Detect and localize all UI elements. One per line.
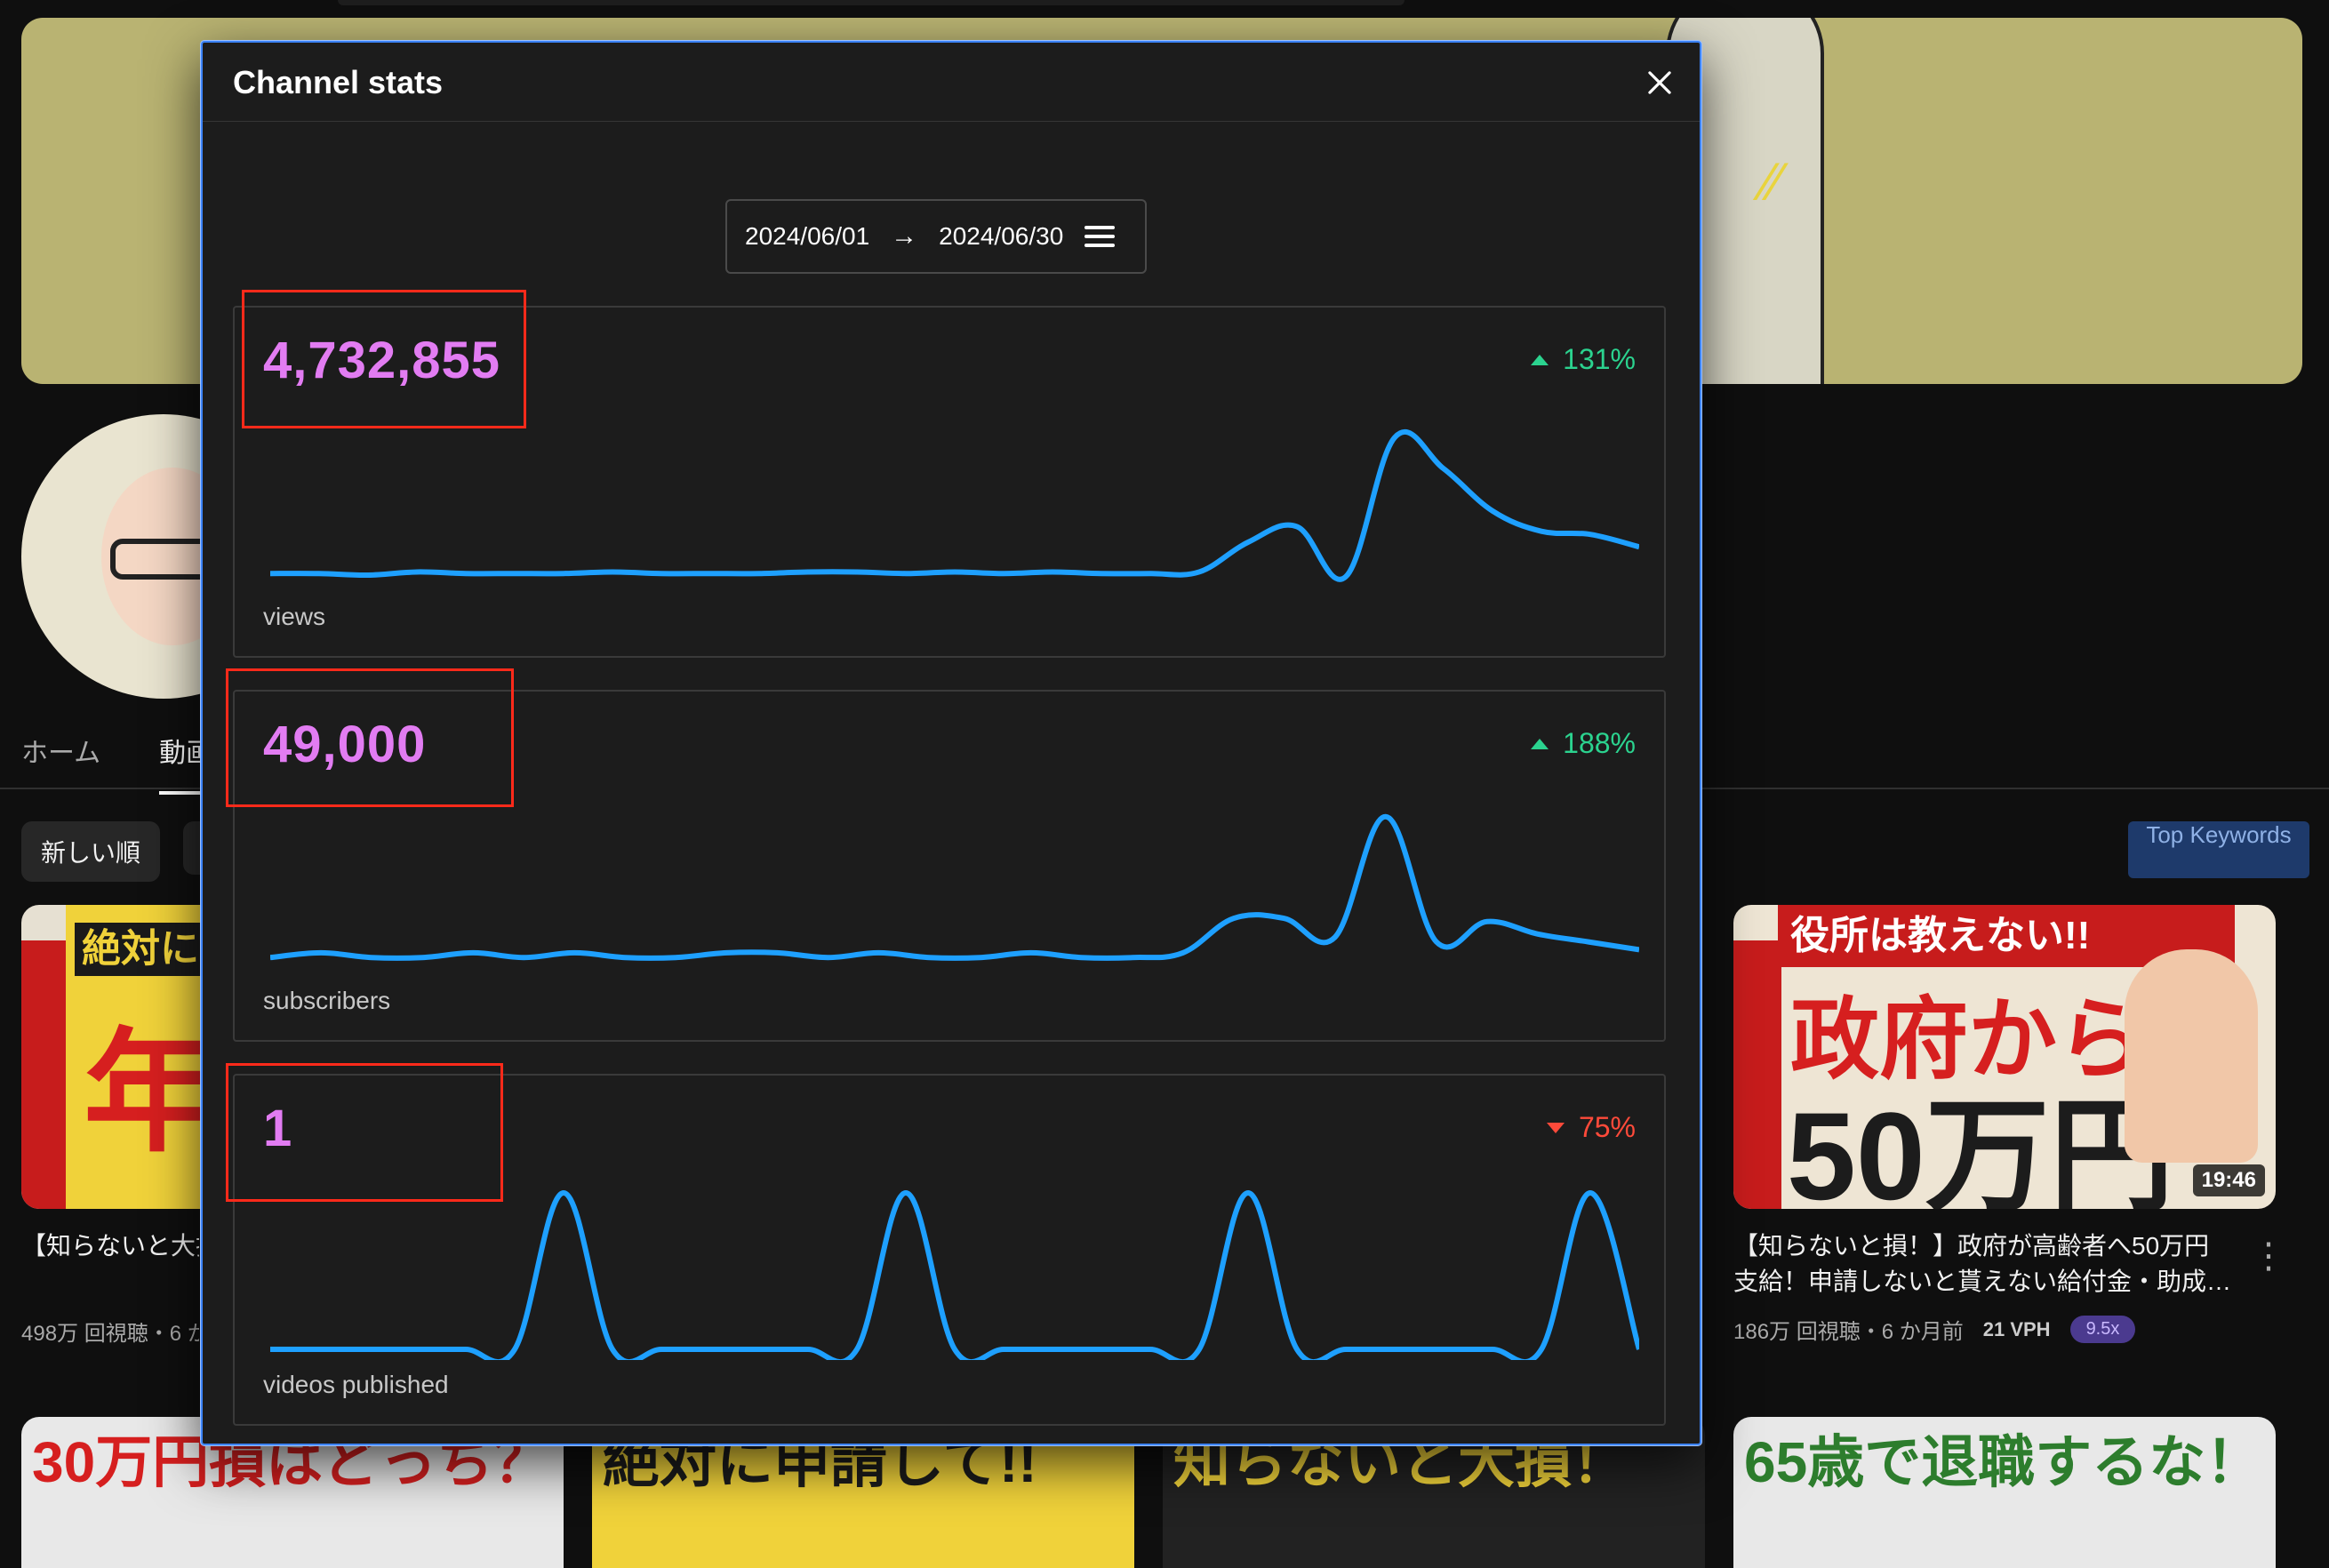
highlight-box — [242, 290, 526, 428]
highlight-box — [226, 668, 514, 807]
video-title[interactable]: 【知らないと大損！】年金生活者へ上乗せ！年金生活者支援給付金… — [21, 1228, 199, 1264]
video-meta: 186万 回視聴・6 か月前 21 VPH 9.5x — [1733, 1314, 2136, 1345]
sparkline-videos-published — [270, 1190, 1639, 1360]
sparkline-views — [270, 429, 1639, 582]
vph-badge: 21 VPH — [1982, 1317, 2051, 1340]
sparkline-path — [270, 813, 1639, 961]
sparkline-path — [270, 1190, 1639, 1360]
stat-label: views — [263, 603, 326, 630]
stat-change: 188% — [1531, 727, 1636, 760]
sparkline-subscribers — [270, 813, 1639, 961]
video-views: 186万 回視聴・6 か月前 — [1733, 1320, 1964, 1344]
video-thumbnail[interactable]: 役所は教えない!! 政府から 50万円 19:46 — [1733, 905, 2276, 1209]
more-vert-icon[interactable]: ⋮ — [2251, 1236, 2286, 1276]
menu-icon[interactable] — [1084, 226, 1116, 247]
stat-change-percent: 188% — [1563, 727, 1636, 759]
thumb-strip — [21, 940, 66, 1209]
tab-home[interactable]: ホーム — [21, 731, 100, 795]
stat-change: 75% — [1546, 1111, 1636, 1144]
sparkle-icon: ⁄⁄ — [1764, 152, 1782, 212]
thumb-big-text: 年 — [84, 1018, 218, 1167]
thumb-strip — [1733, 940, 1781, 1209]
close-icon — [1648, 71, 1671, 94]
triangle-up-icon — [1531, 354, 1549, 365]
channel-tabs: ホーム 動画 — [21, 731, 213, 795]
video-duration: 19:46 — [2192, 1164, 2265, 1196]
modal-header: Channel stats — [203, 43, 1700, 122]
stat-change-percent: 131% — [1563, 343, 1636, 375]
highlight-box — [226, 1063, 503, 1202]
video-title[interactable]: 【知らないと損！】政府が高齢者へ50万円支給！申請しないと貰えない給付金・助成… — [1733, 1228, 2231, 1300]
sort-newest-chip[interactable]: 新しい順 — [21, 821, 161, 882]
multiplier-badge: 9.5x — [2069, 1316, 2136, 1343]
video-thumbnail[interactable]: 65歳で退職するな！ — [1733, 1417, 2276, 1568]
sparkline-path — [270, 429, 1639, 582]
thumb-person — [2125, 949, 2258, 1163]
stat-label: videos published — [263, 1371, 449, 1398]
triangle-up-icon — [1531, 738, 1549, 749]
triangle-down-icon — [1546, 1122, 1565, 1133]
date-from[interactable]: 2024/06/01 — [745, 222, 869, 251]
stat-change-percent: 75% — [1578, 1111, 1636, 1143]
date-to[interactable]: 2024/06/30 — [939, 222, 1063, 251]
video-views: 498万 回視聴・6 か月前 — [21, 1322, 199, 1346]
thumb-big-text: 50万円 — [1787, 1086, 2174, 1209]
top-keywords-button[interactable]: Top Keywords — [2128, 821, 2309, 878]
thumb-caption: 65歳で退職するな！ — [1744, 1430, 2263, 1494]
arrow-right-icon: → — [891, 221, 918, 251]
stat-change: 131% — [1531, 343, 1636, 376]
modal-title: Channel stats — [233, 64, 444, 100]
close-button[interactable] — [1643, 66, 1677, 100]
topbar-edge — [338, 0, 1405, 5]
stat-label: subscribers — [263, 987, 391, 1014]
video-meta: 498万 回視聴・6 か月前 — [21, 1316, 199, 1347]
date-range-picker[interactable]: 2024/06/01 → 2024/06/30 — [725, 199, 1147, 274]
